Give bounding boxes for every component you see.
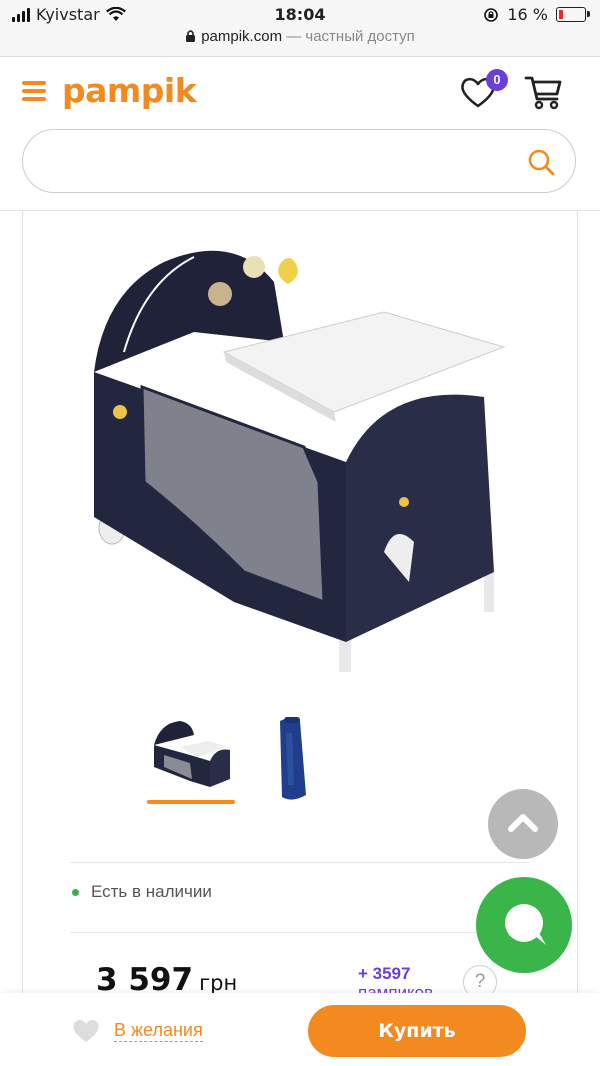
- battery-icon: [556, 7, 590, 22]
- cart-icon: [524, 76, 562, 110]
- search-icon[interactable]: [527, 148, 555, 176]
- search-box[interactable]: [22, 129, 576, 193]
- bonus-amount: + 3597: [358, 964, 411, 983]
- price-currency: грн: [199, 971, 238, 995]
- url-domain: pampik.com: [201, 28, 283, 45]
- chat-bubble-icon: [505, 904, 546, 945]
- chevron-up-icon: [508, 814, 538, 832]
- url-private-label: — частный доступ: [282, 28, 415, 45]
- stock-status-text: Есть в наличии: [91, 882, 212, 901]
- url-bar[interactable]: pampik.com — частный доступ: [0, 28, 600, 57]
- site-header: pampik 0: [0, 57, 600, 129]
- gallery-thumbnail[interactable]: [270, 715, 316, 803]
- in-stock-dot: [72, 888, 79, 896]
- buy-button[interactable]: Купить: [308, 1005, 526, 1057]
- scroll-to-top-button[interactable]: [488, 789, 558, 859]
- gallery-thumbnail[interactable]: [150, 715, 232, 797]
- status-right: 16 %: [483, 5, 590, 24]
- menu-icon[interactable]: [22, 81, 46, 101]
- wishlist-label: В желания: [114, 1019, 203, 1042]
- section-divider: [70, 932, 530, 933]
- thumbnail-selected-indicator: [147, 800, 235, 804]
- bottom-action-bar: В желания Купить: [0, 993, 600, 1066]
- heart-icon: [73, 1019, 99, 1042]
- add-to-wishlist-button[interactable]: В желания: [72, 1018, 203, 1043]
- status-bar: Kyivstar 18:04 16 %: [0, 0, 600, 28]
- search-input[interactable]: [47, 148, 511, 178]
- stock-status: Есть в наличии: [72, 882, 212, 902]
- chat-button[interactable]: [476, 877, 572, 973]
- wishlist-count-badge: 0: [486, 69, 508, 91]
- cart-button[interactable]: [524, 73, 564, 111]
- site-logo[interactable]: pampik: [62, 71, 197, 110]
- wishlist-button[interactable]: 0: [460, 69, 508, 109]
- lock-icon: [186, 30, 196, 42]
- orientation-lock-icon: [484, 7, 499, 22]
- section-divider: [70, 862, 530, 863]
- battery-percent: 16 %: [507, 5, 548, 24]
- product-main-image[interactable]: [84, 222, 518, 692]
